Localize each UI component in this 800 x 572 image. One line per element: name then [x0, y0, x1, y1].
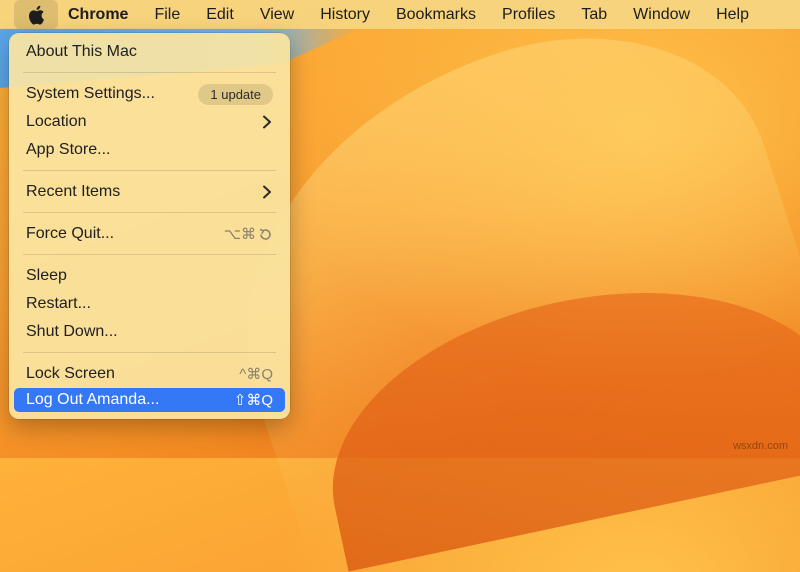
shortcut-hint: ^⌘Q	[239, 366, 273, 383]
menu-item-lock-screen[interactable]: Lock Screen ^⌘Q	[14, 362, 285, 386]
menu-item-label: System Settings...	[26, 85, 155, 102]
chevron-right-icon	[263, 115, 271, 129]
menubar-tab[interactable]: Tab	[568, 0, 620, 29]
menubar-app-chrome[interactable]: Chrome	[58, 0, 141, 29]
menu-bar: Chrome File Edit View History Bookmarks …	[0, 0, 800, 29]
apple-menu-dropdown: About This Mac System Settings... 1 upda…	[9, 33, 290, 419]
menu-item-label: About This Mac	[26, 43, 137, 60]
menu-item-recent-items[interactable]: Recent Items	[14, 180, 285, 204]
menu-item-about-this-mac[interactable]: About This Mac	[14, 40, 285, 64]
update-badge: 1 update	[198, 83, 273, 105]
menu-item-app-store[interactable]: App Store...	[14, 138, 285, 162]
menu-item-sleep[interactable]: Sleep	[14, 264, 285, 288]
menu-item-restart[interactable]: Restart...	[14, 292, 285, 316]
menu-separator	[23, 352, 276, 353]
menubar-view[interactable]: View	[247, 0, 307, 29]
menubar-file[interactable]: File	[141, 0, 193, 29]
apple-menu-button[interactable]	[14, 0, 58, 29]
menu-item-label: Restart...	[26, 295, 91, 312]
menu-item-label: Force Quit...	[26, 225, 115, 242]
menu-item-label: Lock Screen	[26, 365, 115, 382]
menu-item-label: Shut Down...	[26, 323, 118, 340]
shortcut-hint: ⌥⌘	[224, 225, 273, 243]
menubar-bookmarks[interactable]: Bookmarks	[383, 0, 489, 29]
menubar-window[interactable]: Window	[620, 0, 703, 29]
menu-item-location[interactable]: Location	[14, 110, 285, 134]
shortcut-keys: ⌥⌘	[223, 226, 256, 243]
watermark: wsxdn.com	[732, 440, 788, 452]
escape-key-icon	[259, 228, 271, 240]
apple-logo-icon	[29, 5, 44, 25]
menu-separator	[23, 212, 276, 213]
menu-item-shut-down[interactable]: Shut Down...	[14, 320, 285, 344]
menu-item-label: Log Out Amanda...	[26, 391, 160, 408]
menu-item-label: Recent Items	[26, 183, 121, 200]
menu-separator	[23, 72, 276, 73]
menu-separator	[23, 170, 276, 171]
menubar-edit[interactable]: Edit	[193, 0, 247, 29]
menubar-help[interactable]: Help	[703, 0, 762, 29]
menu-item-label: Location	[26, 113, 87, 130]
chevron-right-icon	[263, 185, 271, 199]
menu-item-label: Sleep	[26, 267, 67, 284]
menu-item-log-out[interactable]: Log Out Amanda... ⇧⌘Q	[14, 388, 285, 412]
menu-item-system-settings[interactable]: System Settings... 1 update	[14, 82, 285, 106]
menu-separator	[23, 254, 276, 255]
shortcut-hint: ⇧⌘Q	[233, 392, 273, 409]
menubar-history[interactable]: History	[307, 0, 383, 29]
menu-item-force-quit[interactable]: Force Quit... ⌥⌘	[14, 222, 285, 246]
menubar-profiles[interactable]: Profiles	[489, 0, 568, 29]
menu-item-label: App Store...	[26, 141, 111, 158]
